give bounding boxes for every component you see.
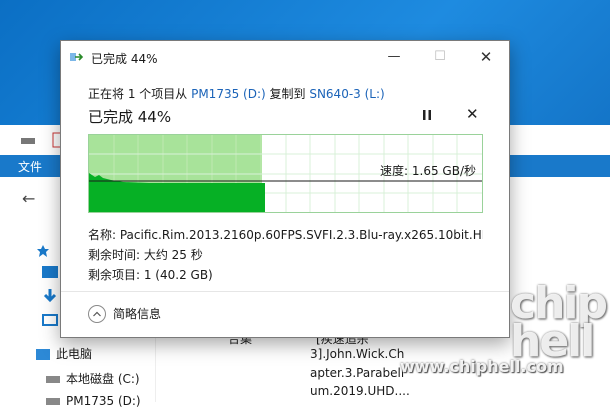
documents-folder-icon bbox=[42, 314, 58, 326]
window-title: 已完成 44% bbox=[91, 52, 158, 66]
title-bar: 已完成 44% — ☐ ✕ bbox=[61, 41, 509, 73]
transfer-speed-graph: 速度: 1.65 GB/秒 bbox=[88, 134, 483, 213]
copy-description: 正在将 1 个项目从 PM1735 (D:) 复制到 SN640-3 (L:) bbox=[88, 87, 385, 101]
desktop-folder-icon bbox=[42, 266, 58, 278]
nav-item-local-disk-c[interactable]: 本地磁盘 (C:) bbox=[46, 370, 140, 387]
drive-icon bbox=[46, 376, 60, 383]
file-name-row: 名称: Pacific.Rim.2013.2160p.60FPS.SVFI.2.… bbox=[88, 225, 483, 245]
file-name: Pacific.Rim.2013.2160p.60FPS.SVFI.2.3.Bl… bbox=[119, 228, 483, 242]
star-icon bbox=[37, 245, 49, 257]
items-remaining: 剩余项目: 1 (40.2 GB) bbox=[88, 268, 213, 282]
list-item[interactable]: um.2019.UHD.... bbox=[310, 384, 410, 398]
drive-icon bbox=[21, 138, 35, 144]
list-item[interactable]: apter.3.Parabell bbox=[310, 366, 404, 380]
close-button[interactable]: ✕ bbox=[463, 41, 509, 73]
chevron-up-icon bbox=[88, 304, 106, 323]
download-arrow-icon bbox=[43, 289, 57, 303]
list-item[interactable]: 3].John.Wick.Ch bbox=[310, 347, 404, 361]
nav-item-pm1735-d[interactable]: PM1735 (D:) bbox=[46, 394, 141, 408]
source-link[interactable]: PM1735 (D:) bbox=[191, 87, 266, 101]
nav-item-this-pc[interactable]: 此电脑 bbox=[36, 345, 92, 362]
fewer-details-button[interactable]: 简略信息 bbox=[88, 304, 161, 324]
destination-link[interactable]: SN640-3 (L:) bbox=[309, 87, 384, 101]
maximize-button[interactable]: ☐ bbox=[417, 41, 463, 73]
watermark-url: www.chiphell.com bbox=[400, 357, 564, 376]
copy-progress-dialog: 已完成 44% — ☐ ✕ 正在将 1 个项目从 PM1735 (D:) 复制到… bbox=[60, 40, 510, 338]
stop-icon[interactable]: ✕ bbox=[466, 105, 479, 123]
copy-icon bbox=[70, 53, 84, 61]
file-tab[interactable]: 文件 bbox=[18, 158, 42, 175]
transfer-details: 名称: Pacific.Rim.2013.2160p.60FPS.SVFI.2.… bbox=[88, 225, 483, 285]
time-remaining: 剩余时间: 大约 25 秒 bbox=[88, 248, 203, 262]
back-arrow-icon[interactable]: ← bbox=[22, 189, 35, 208]
speed-label: 速度: 1.65 GB/秒 bbox=[380, 164, 476, 178]
progress-status: 已完成 44% bbox=[88, 108, 172, 126]
computer-icon bbox=[36, 349, 50, 360]
divider bbox=[61, 291, 509, 292]
pause-icon[interactable] bbox=[419, 107, 435, 123]
minimize-button[interactable]: — bbox=[371, 41, 417, 73]
